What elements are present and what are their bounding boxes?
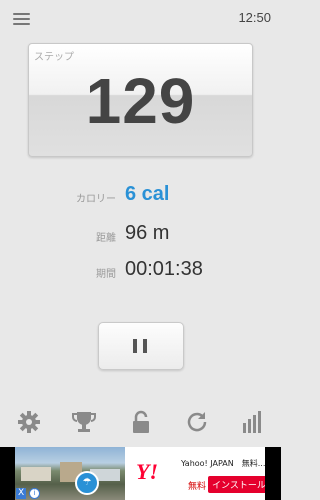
refresh-icon — [187, 412, 207, 432]
duration-value: 00:01:38 — [125, 258, 203, 280]
bottom-nav — [0, 402, 281, 442]
lock-button[interactable] — [121, 402, 161, 442]
settings-button[interactable] — [9, 402, 49, 442]
ad-image[interactable]: ☂ X i — [15, 447, 125, 500]
yahoo-logo: Y! — [136, 459, 158, 484]
umbrella-icon: ☂ — [75, 471, 99, 495]
ad-banner: ☂ X i Y! Yahoo! JAPAN 無料... 無料 インストール — [0, 447, 281, 500]
duration-row: 期間 00:01:38 — [0, 258, 281, 286]
top-bar: 12:50 — [0, 0, 281, 40]
status-time: 12:50 — [238, 10, 271, 25]
ad-free-label: 無料 — [188, 482, 207, 492]
duration-label: 期間 — [96, 269, 116, 280]
ad-info-icon[interactable]: i — [29, 488, 40, 499]
calories-row: カロリー 6 cal — [0, 183, 281, 211]
menu-icon[interactable] — [13, 12, 30, 26]
calories-value: 6 cal — [125, 183, 170, 205]
lock-icon — [133, 410, 149, 433]
pause-button[interactable] — [98, 322, 184, 370]
gear-icon — [18, 411, 40, 433]
distance-value: 96 m — [125, 222, 170, 244]
ad-title: Yahoo! JAPAN 無料... — [181, 459, 265, 468]
bar-chart-icon — [243, 411, 261, 433]
step-label: ステップ — [34, 52, 74, 63]
achievements-button[interactable] — [64, 402, 104, 442]
ad-content[interactable]: ☂ X i Y! Yahoo! JAPAN 無料... 無料 インストール — [15, 447, 265, 500]
distance-label: 距離 — [96, 233, 116, 244]
distance-row: 距離 96 m — [0, 222, 281, 250]
reset-button[interactable] — [177, 402, 217, 442]
step-count: 129 — [85, 65, 196, 137]
stats-button[interactable] — [233, 402, 273, 442]
ad-install-button[interactable]: インストール — [208, 476, 265, 493]
ad-close-button[interactable]: X — [16, 488, 27, 499]
calories-label: カロリー — [76, 194, 116, 205]
trophy-icon — [72, 412, 96, 432]
step-counter-card: ステップ 129 — [28, 43, 253, 157]
